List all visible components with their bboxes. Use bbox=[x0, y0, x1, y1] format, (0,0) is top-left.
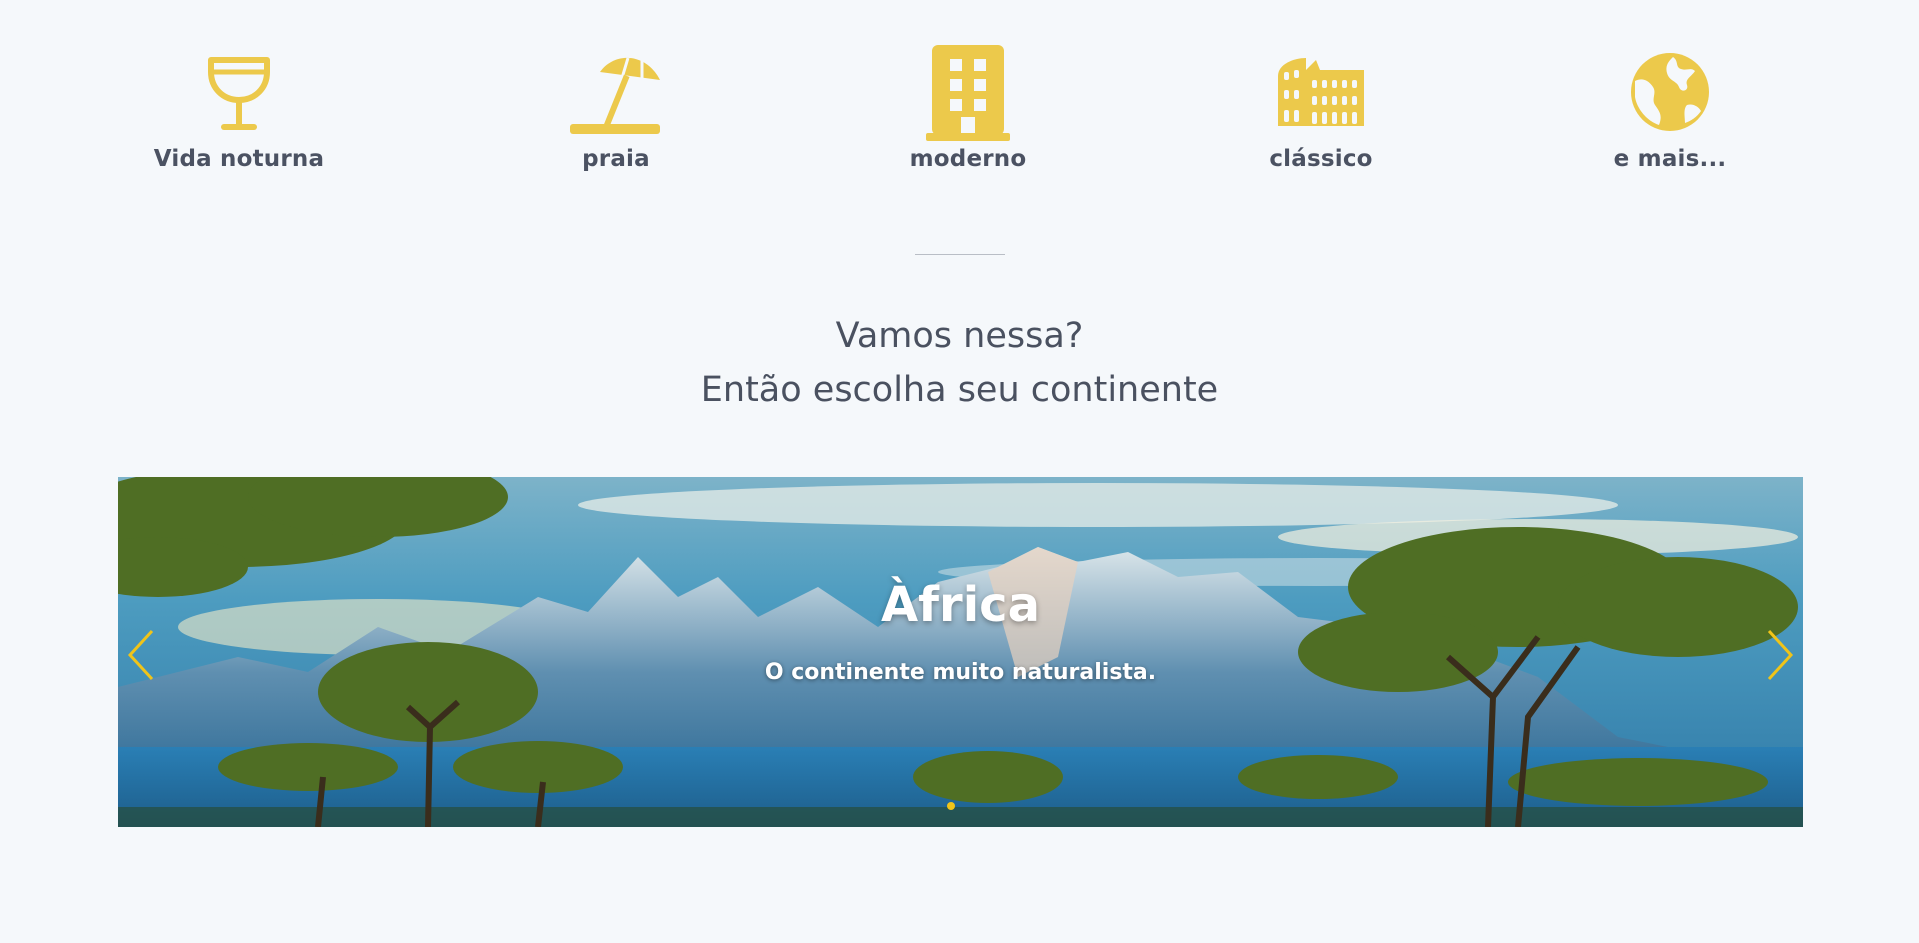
colosseum-icon bbox=[1276, 40, 1366, 144]
section-divider bbox=[915, 254, 1005, 255]
carousel-indicator[interactable] bbox=[947, 802, 955, 810]
category-vida-noturna[interactable]: Vida noturna bbox=[119, 40, 359, 172]
chevron-right-icon bbox=[1767, 629, 1794, 681]
slide-image bbox=[118, 477, 1803, 827]
carousel-prev-button[interactable] bbox=[122, 627, 162, 683]
category-label: Vida noturna bbox=[153, 146, 325, 172]
category-bar: Vida noturna praia moderno clássico e ma… bbox=[0, 0, 1919, 190]
continent-carousel[interactable]: Àfrica O continente muito naturalista. bbox=[118, 477, 1803, 827]
category-label: e mais... bbox=[1613, 146, 1727, 172]
wine-glass-icon bbox=[207, 40, 271, 144]
umbrella-beach-icon bbox=[570, 40, 662, 144]
category-classico[interactable]: clássico bbox=[1201, 40, 1441, 172]
category-e-mais[interactable]: e mais... bbox=[1550, 40, 1790, 172]
building-icon bbox=[926, 40, 1010, 144]
section-heading-line2: Então escolha seu continente bbox=[700, 370, 1219, 410]
category-praia[interactable]: praia bbox=[496, 40, 736, 172]
category-label: clássico bbox=[1269, 146, 1373, 172]
category-label: praia bbox=[582, 146, 650, 172]
category-label: moderno bbox=[909, 146, 1027, 172]
section-heading-line1: Vamos nessa? bbox=[835, 316, 1084, 356]
slide-title: Àfrica bbox=[881, 577, 1040, 633]
chevron-left-icon bbox=[127, 629, 154, 681]
category-moderno[interactable]: moderno bbox=[848, 40, 1088, 172]
slide-subtitle: O continente muito naturalista. bbox=[764, 660, 1157, 685]
globe-icon bbox=[1629, 40, 1711, 144]
carousel-next-button[interactable] bbox=[1759, 627, 1799, 683]
